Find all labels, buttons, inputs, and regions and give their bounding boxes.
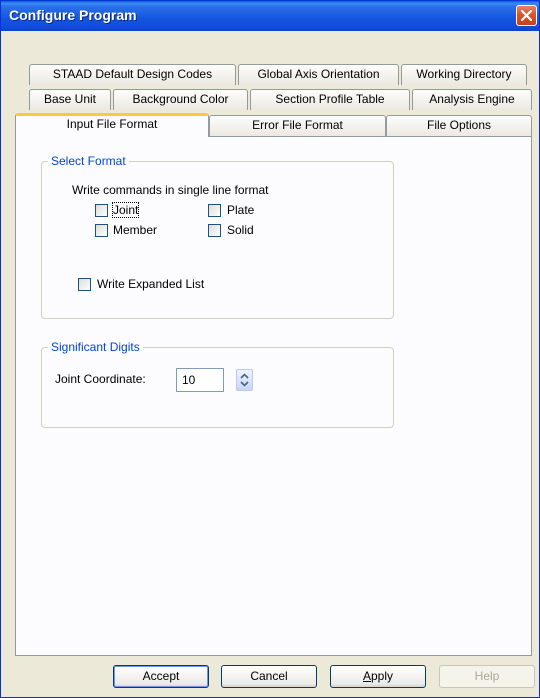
help-button: Help [439,665,535,688]
joint-coordinate-spinner[interactable] [236,369,253,391]
tab-label: Analysis Engine [429,92,515,106]
single-line-format-instruction: Write commands in single line format [72,183,269,197]
member-checkbox[interactable] [95,224,108,237]
close-icon [521,10,532,21]
tab-label: Global Axis Orientation [257,67,380,81]
tab-error-file-format[interactable]: Error File Format [209,115,386,136]
tab-label: Section Profile Table [275,92,385,106]
configure-program-dialog: Configure Program STAAD Default Design C… [0,0,540,698]
joint-coordinate-input[interactable]: 10 [176,368,224,392]
tab-label: File Options [426,118,492,132]
tab-staad-default-design-codes[interactable]: STAAD Default Design Codes [29,64,236,85]
significant-digits-group: Significant Digits Joint Coordinate: 10 [41,340,394,428]
solid-label[interactable]: Solid [227,223,254,237]
cancel-label: Cancel [250,669,288,683]
tab-global-axis-orientation[interactable]: Global Axis Orientation [238,64,399,85]
tab-file-options[interactable]: File Options [386,115,532,136]
tab-panel-input-file-format: Select Format Write commands in single l… [15,136,532,656]
select-format-label: Select Format [48,154,129,168]
spin-arrows-icon [240,373,249,387]
tab-label: Error File Format [252,118,343,132]
tab-background-color[interactable]: Background Color [113,89,248,110]
accept-label: Accept [142,669,180,683]
plate-label[interactable]: Plate [227,203,254,217]
plate-checkbox[interactable] [208,204,221,217]
tab-working-directory[interactable]: Working Directory [401,64,527,85]
tab-label: STAAD Default Design Codes [52,67,213,81]
significant-digits-label: Significant Digits [48,340,143,354]
apply-label-mnemonic: A [362,669,371,683]
tab-label: Working Directory [416,67,512,81]
tab-label: Input File Format [66,117,158,131]
tab-analysis-engine[interactable]: Analysis Engine [412,89,532,110]
joint-label[interactable]: Joint [111,202,140,218]
accept-button[interactable]: Accept [113,665,209,688]
select-format-group: Select Format Write commands in single l… [41,154,394,319]
title-bar[interactable]: Configure Program [1,1,539,31]
tab-input-file-format[interactable]: Input File Format [15,113,209,137]
tab-section-profile-table[interactable]: Section Profile Table [250,89,410,110]
close-button[interactable] [516,5,537,26]
tab-base-unit[interactable]: Base Unit [29,89,111,110]
window-title: Configure Program [9,7,137,23]
write-expanded-list-label[interactable]: Write Expanded List [97,277,204,291]
help-label: Help [474,669,500,683]
write-expanded-list-checkbox[interactable] [78,278,91,291]
solid-checkbox[interactable] [208,224,221,237]
tab-label: Background Color [132,92,229,106]
apply-label-rest: pply [371,669,394,683]
cancel-button[interactable]: Cancel [221,665,317,688]
joint-coordinate-value: 10 [182,373,196,387]
apply-button[interactable]: Apply [330,665,426,688]
joint-checkbox[interactable] [95,204,108,217]
tab-label: Base Unit [43,92,97,106]
joint-coordinate-label: Joint Coordinate: [55,372,146,386]
member-label[interactable]: Member [113,223,157,237]
